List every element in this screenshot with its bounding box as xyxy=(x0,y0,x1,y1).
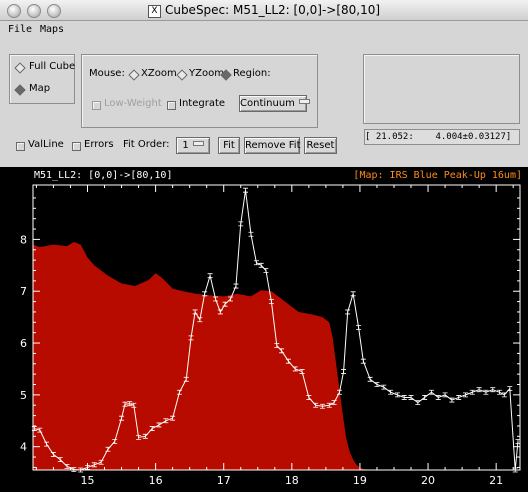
valline-checkbox[interactable] xyxy=(16,142,25,151)
spectrum-point xyxy=(238,221,244,227)
x-tick-label: 19 xyxy=(353,474,367,487)
integrate-label: Integrate xyxy=(179,98,226,109)
window-title-container: X CubeSpec: M51_LL2: [0,0]->[80,10] xyxy=(0,3,528,18)
integrate-checkbox[interactable] xyxy=(167,101,176,110)
valline-label: ValLine xyxy=(28,139,64,150)
spectrum-plot-svg: 15 16 17 18 19 20 21 4 5 6 7 8 xyxy=(20,184,521,487)
xzoom-radio[interactable] xyxy=(128,69,140,81)
spectrum-point xyxy=(207,273,213,279)
fit-order-dropdown[interactable]: 1 xyxy=(176,137,210,154)
spectrum-point xyxy=(248,231,254,237)
spectrum-point xyxy=(483,389,489,395)
y-tick-label: 5 xyxy=(20,389,27,402)
spectrum-point xyxy=(243,187,249,193)
continuum-value: Continuum xyxy=(240,98,295,109)
errors-label: Errors xyxy=(84,139,114,150)
filter-curve-area xyxy=(33,242,374,470)
menu-file[interactable]: File xyxy=(8,24,32,35)
spectrum-plot[interactable]: 15 16 17 18 19 20 21 4 5 6 7 8 xyxy=(0,167,528,492)
y-tick-label: 6 xyxy=(20,337,27,350)
menu-maps[interactable]: Maps xyxy=(40,24,64,35)
map-label: Map xyxy=(29,83,51,94)
dropdown-indicator-icon xyxy=(298,99,310,104)
full-cube-radio[interactable] xyxy=(14,62,26,74)
spectrum-point xyxy=(394,392,400,398)
region-label: Region: xyxy=(233,68,271,79)
yzoom-radio[interactable] xyxy=(176,69,188,81)
reset-button[interactable]: Reset xyxy=(304,137,337,154)
spectrum-point xyxy=(345,309,351,315)
window-title: CubeSpec: M51_LL2: [0,0]->[80,10] xyxy=(164,3,381,17)
yzoom-label: YZoom xyxy=(189,68,224,79)
x-tick-label: 16 xyxy=(149,474,163,487)
remove-fit-button[interactable]: Remove Fit xyxy=(244,137,300,154)
title-bar: X CubeSpec: M51_LL2: [0,0]->[80,10] xyxy=(0,0,528,21)
cursor-readout: [ 21.052: 4.004±0.03127] xyxy=(364,129,520,145)
spectrum-point xyxy=(356,325,362,330)
y-tick-label: 7 xyxy=(20,285,27,298)
spectrum-point xyxy=(341,369,347,374)
fit-order-value: 1 xyxy=(182,140,189,151)
fit-order-label: Fit Order: xyxy=(123,139,170,150)
x-tick-label: 15 xyxy=(80,474,94,487)
info-panel xyxy=(363,54,520,124)
map-radio[interactable] xyxy=(14,84,26,96)
low-weight-checkbox[interactable] xyxy=(92,101,101,110)
x-tick-label: 20 xyxy=(421,474,435,487)
menu-bar: File Maps xyxy=(0,21,528,39)
x-tick-label: 17 xyxy=(217,474,231,487)
x11-app-icon: X xyxy=(147,5,161,18)
fit-button[interactable]: Fit xyxy=(218,137,240,154)
mouse-options-panel: Mouse: XZoom YZoom Region: Low-Weight In… xyxy=(81,54,318,128)
plot-title-left: M51_LL2: [0,0]->[80,10] xyxy=(34,170,173,181)
errors-checkbox[interactable] xyxy=(72,142,81,151)
dropdown-indicator-icon xyxy=(192,141,204,146)
mouse-label: Mouse: xyxy=(89,68,125,79)
low-weight-label: Low-Weight xyxy=(104,98,162,109)
spectrum-point xyxy=(233,283,239,289)
x-tick-label: 21 xyxy=(489,474,503,487)
full-cube-label: Full Cube xyxy=(29,61,76,72)
spectrum-point xyxy=(350,291,356,297)
spectrum-point xyxy=(490,387,496,393)
y-tick-label: 4 xyxy=(20,441,27,454)
xzoom-label: XZoom xyxy=(141,68,177,79)
spectrum-point xyxy=(360,358,366,364)
continuum-dropdown[interactable]: Continuum xyxy=(239,95,310,112)
spectrum-point xyxy=(463,392,469,398)
x-tick-label: 18 xyxy=(285,474,299,487)
spectrum-point xyxy=(456,395,462,400)
y-tick-label: 8 xyxy=(20,233,27,246)
mode-panel: Full Cube Map xyxy=(9,54,75,104)
spectrum-point xyxy=(469,389,475,395)
plot-title-right: [Map: IRS Blue Peak-Up 16um] xyxy=(353,170,522,181)
spectrum-point xyxy=(476,387,482,393)
